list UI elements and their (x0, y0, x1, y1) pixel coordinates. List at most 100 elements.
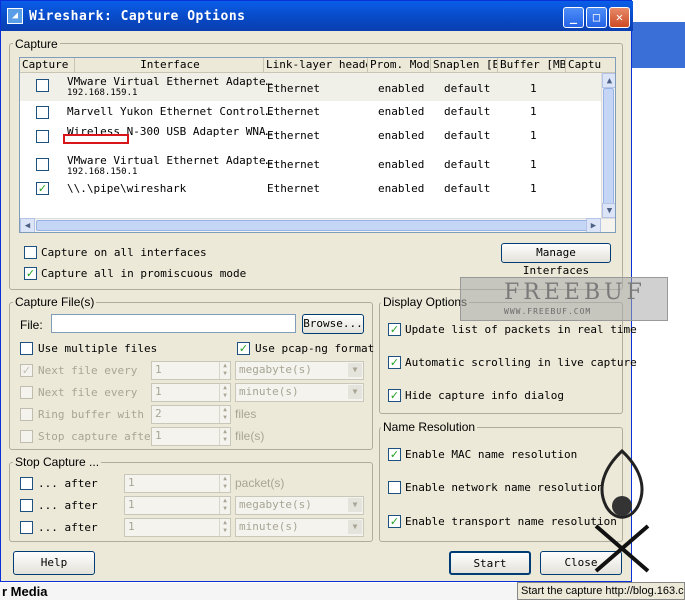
stop-after-size-checkbox[interactable] (20, 499, 33, 512)
stop-after-packets-input[interactable]: 1 (124, 474, 231, 493)
next-file-size-spinner-icon[interactable]: ▲ ▼ (219, 362, 230, 379)
minimize-button[interactable]: _ (563, 7, 584, 28)
column-header-prom-mode[interactable]: Prom. Mode (368, 58, 431, 73)
interface-buffer: 1 (530, 129, 537, 142)
interface-snaplen: default (444, 158, 491, 171)
stop-after-size-spinner-icon[interactable]: ▲ ▼ (219, 497, 230, 514)
ring-buffer-checkbox[interactable] (20, 408, 33, 421)
capture-all-interfaces-checkbox[interactable] (24, 246, 37, 259)
stop-after-time-input[interactable]: 1 (124, 518, 231, 537)
column-header-interface[interactable]: Interface (75, 58, 264, 73)
maximize-button[interactable]: □ (586, 7, 607, 28)
interface-list[interactable]: Capture Interface Link-layer header Prom… (19, 57, 616, 233)
use-multiple-files-label: Use multiple files (38, 342, 158, 355)
next-file-every-time-label: Next file every (38, 386, 138, 399)
minimize-icon: _ (569, 10, 578, 24)
scroll-up-icon[interactable]: ▲ (602, 73, 615, 88)
interface-link-layer: Ethernet (267, 105, 320, 118)
auto-scroll-checkbox[interactable]: ✓ (388, 356, 401, 369)
display-options-group-label: Display Options (381, 295, 470, 309)
column-header-link-layer[interactable]: Link-layer header (264, 58, 368, 73)
mac-resolution-checkbox[interactable]: ✓ (388, 448, 401, 461)
network-resolution-checkbox[interactable] (388, 481, 401, 494)
background-window-bar (632, 22, 685, 68)
hide-info-checkbox[interactable]: ✓ (388, 389, 401, 402)
interface-link-layer: Ethernet (267, 182, 320, 195)
capture-promiscuous-checkbox[interactable]: ✓ (24, 267, 37, 280)
scroll-down-icon[interactable]: ▼ (602, 203, 615, 218)
stop-after-packets-spinner-icon[interactable]: ▲ ▼ (219, 475, 230, 492)
use-pcapng-checkbox[interactable]: ✓ (237, 342, 250, 355)
vertical-scroll-thumb[interactable] (603, 88, 614, 205)
column-header-buffer[interactable]: Buffer [MB] (498, 58, 566, 73)
ring-buffer-unit-label: files (235, 407, 257, 421)
interface-row-checkbox[interactable] (36, 158, 49, 171)
ring-buffer-spinner-icon[interactable]: ▲ ▼ (219, 406, 230, 423)
hide-info-label: Hide capture info dialog (405, 389, 564, 402)
interface-row-checkbox[interactable] (36, 79, 49, 92)
ring-buffer-label: Ring buffer with (38, 408, 144, 421)
next-file-size-unit-select[interactable]: megabyte(s) ▼ (235, 361, 364, 380)
watermark-logo-text: FREEBUF (504, 280, 646, 305)
column-header-snaplen[interactable]: Snaplen [B] (431, 58, 498, 73)
scroll-left-icon[interactable]: ◀ (20, 218, 35, 232)
column-header-capture-filter[interactable]: Captu (566, 58, 615, 73)
stop-capture-after-files-checkbox[interactable] (20, 430, 33, 443)
interface-name: Marvell Yukon Ethernet Control… (67, 105, 273, 118)
window-title: Wireshark: Capture Options (29, 9, 246, 24)
next-file-time-spinner-icon[interactable]: ▲ ▼ (219, 384, 230, 401)
next-file-time-unit-value: minute(s) (239, 385, 299, 398)
interface-row-checkbox[interactable]: ✓ (36, 182, 49, 195)
column-header-capture[interactable]: Capture (20, 58, 75, 73)
scroll-right-icon[interactable]: ▶ (586, 218, 601, 232)
start-button[interactable]: Start (449, 551, 531, 575)
interface-link-layer: Ethernet (267, 158, 320, 171)
interface-name: \\.\pipe\wireshark (67, 182, 187, 195)
highlight-annotation (63, 134, 129, 144)
stop-after-time-label: ... after (38, 521, 98, 534)
interface-link-layer: Ethernet (267, 82, 320, 95)
stop-after-time-checkbox[interactable] (20, 521, 33, 534)
update-list-checkbox[interactable]: ✓ (388, 323, 401, 336)
interface-ip: 192.168.150.1 (67, 167, 138, 177)
interface-row-checkbox[interactable] (36, 130, 49, 143)
interface-prom-mode: enabled (378, 129, 425, 142)
interface-row-checkbox[interactable] (36, 106, 49, 119)
title-bar[interactable]: ◢ Wireshark: Capture Options _ □ ✕ (1, 1, 633, 31)
stop-after-packets-label: ... after (38, 477, 98, 490)
maximize-icon: □ (592, 10, 601, 24)
help-button[interactable]: Help (13, 551, 95, 575)
stop-after-time-unit-select[interactable]: minute(s) ▼ (235, 518, 364, 537)
use-multiple-files-checkbox[interactable] (20, 342, 33, 355)
stop-after-files-spinner-icon[interactable]: ▲ ▼ (219, 428, 230, 445)
stop-after-packets-checkbox[interactable] (20, 477, 33, 490)
next-file-every-time-checkbox[interactable] (20, 386, 33, 399)
interface-buffer: 1 (530, 158, 537, 171)
next-file-time-unit-select[interactable]: minute(s) ▼ (235, 383, 364, 402)
interface-link-layer: Ethernet (267, 129, 320, 142)
interface-prom-mode: enabled (378, 182, 425, 195)
manage-interfaces-button[interactable]: Manage Interfaces (501, 243, 611, 277)
interface-ip: 192.168.159.1 (67, 88, 138, 98)
transport-resolution-checkbox[interactable]: ✓ (388, 515, 401, 528)
update-list-label: Update list of packets in real time (405, 323, 637, 336)
capture-files-group-label: Capture File(s) (13, 295, 97, 309)
chevron-down-icon: ▼ (348, 385, 362, 399)
horizontal-scroll-thumb[interactable] (36, 220, 596, 231)
mac-resolution-label: Enable MAC name resolution (405, 448, 578, 461)
stop-after-size-unit-select[interactable]: megabyte(s) ▼ (235, 496, 364, 515)
stop-after-time-spinner-icon[interactable]: ▲ ▼ (219, 519, 230, 536)
browse-button[interactable]: Browse... (302, 314, 364, 334)
stop-after-size-label: ... after (38, 499, 98, 512)
use-pcapng-label: Use pcap-ng format (255, 342, 375, 355)
capture-all-interfaces-label: Capture on all interfaces (41, 246, 207, 259)
close-icon: ✕ (615, 10, 624, 24)
capture-group-label: Capture (13, 37, 60, 51)
file-input[interactable] (51, 314, 296, 333)
network-resolution-label: Enable network name resolution (405, 481, 604, 494)
name-resolution-group-label: Name Resolution (381, 420, 478, 434)
stop-after-size-input[interactable]: 1 (124, 496, 231, 515)
file-label: File: (20, 318, 43, 332)
close-window-button[interactable]: ✕ (609, 7, 630, 28)
next-file-every-size-checkbox[interactable]: ✓ (20, 364, 33, 377)
